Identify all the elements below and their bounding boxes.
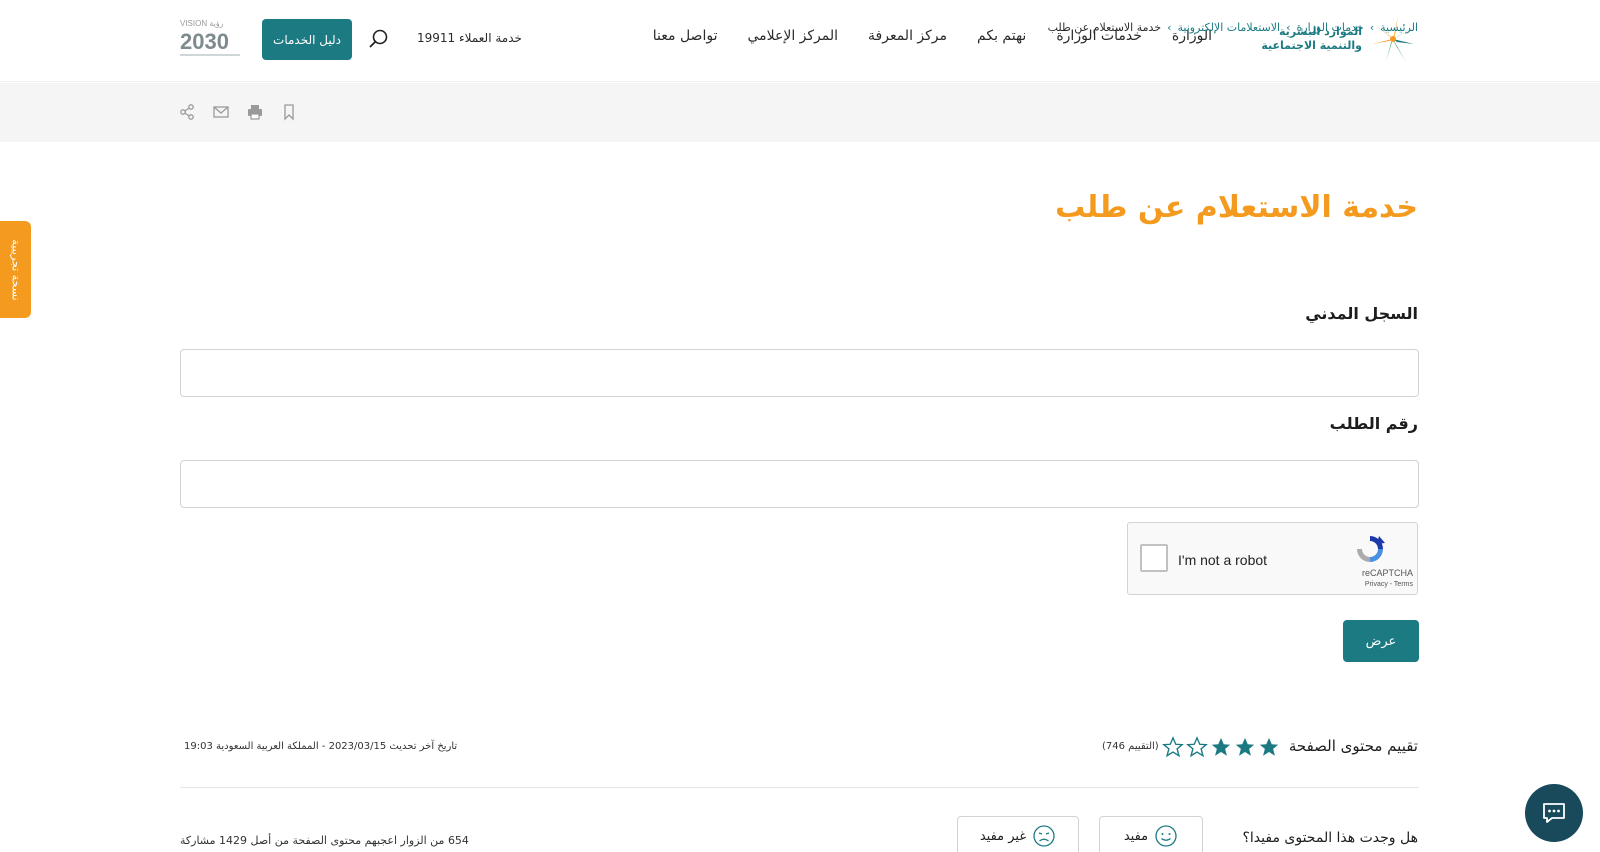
chevron-left-icon: ‹ [1167, 21, 1172, 34]
rating-label: تقييم محتوى الصفحة [1288, 737, 1418, 755]
submit-button[interactable]: عرض [1343, 620, 1419, 662]
customer-service-hotline[interactable]: خدمة العملاء 19911 [417, 31, 522, 45]
site-header: الموارد البشرية والتنمية الاجتماعية الوز… [0, 0, 1600, 82]
civil-record-input[interactable] [180, 349, 1419, 397]
breadcrumb-current: خدمة الاستعلام عن طلب [1047, 21, 1162, 34]
email-icon[interactable] [212, 103, 230, 121]
beta-version-tab[interactable]: نسخة تجريبية [0, 221, 31, 318]
logo-line2: والتنمية الاجتماعية [1261, 39, 1362, 52]
chevron-left-icon: ‹ [1286, 21, 1291, 34]
star-empty-icon[interactable] [1162, 736, 1184, 758]
smile-icon [1155, 825, 1177, 847]
civil-record-label: السجل المدني [1305, 304, 1418, 323]
services-guide-button[interactable]: دليل الخدمات [262, 19, 352, 60]
beta-version-label: نسخة تجريبية [9, 238, 22, 301]
breadcrumb-services[interactable]: خدمات الوزارة [1297, 21, 1364, 34]
share-icon[interactable] [178, 103, 196, 121]
useful-label: مفيد [1123, 828, 1149, 844]
chevron-left-icon: ‹ [1369, 21, 1375, 34]
request-number-label: رقم الطلب [1329, 414, 1418, 433]
recaptcha-brand: reCAPTCHA [1361, 568, 1413, 578]
nav-media-center[interactable]: المركز الإعلامي [747, 28, 838, 44]
useful-button[interactable]: مفيد [1099, 816, 1203, 852]
recaptcha-terms-link[interactable]: Privacy - Terms [1365, 581, 1413, 588]
rating-count: (التقييم 746) [1102, 741, 1159, 752]
search-icon[interactable] [368, 28, 390, 50]
vision-label: VISION رؤية [180, 19, 224, 28]
print-icon[interactable] [246, 103, 264, 121]
not-useful-button[interactable]: غير مفيد [957, 816, 1079, 852]
recaptcha-icon [1357, 536, 1385, 562]
recaptcha-checkbox[interactable] [1140, 544, 1168, 572]
star-filled-icon[interactable] [1258, 736, 1280, 758]
not-useful-label: غير مفيد [979, 828, 1027, 844]
bookmark-icon[interactable] [280, 103, 298, 121]
nav-contact-us[interactable]: تواصل معنا [653, 28, 718, 44]
nav-we-care[interactable]: نهتم بكم [977, 28, 1026, 44]
breadcrumb-home[interactable]: الرئيسية [1380, 21, 1418, 34]
recaptcha-label: I'm not a robot [1178, 552, 1268, 568]
recaptcha-widget: I'm not a robot reCAPTCHA Privacy - Term… [1127, 522, 1418, 595]
page-title: خدمة الاستعلام عن طلب [1055, 190, 1418, 225]
request-number-input[interactable] [180, 460, 1419, 508]
sad-icon [1033, 825, 1055, 847]
breadcrumb-e-inquiries[interactable]: الاستعلامات الإلكترونية [1178, 21, 1281, 34]
divider [180, 787, 1419, 788]
star-filled-icon[interactable] [1210, 736, 1232, 758]
vision-2030-logo: VISION رؤية 2030 [180, 19, 240, 56]
nav-knowledge-center[interactable]: مركز المعرفة [868, 28, 947, 44]
chat-icon [1543, 803, 1565, 823]
last-updated: تاريخ آخر تحديث 2023/03/15 - المملكة الع… [184, 741, 458, 752]
chat-button[interactable] [1525, 784, 1583, 842]
feedback-stats: 654 من الزوار اعجبهم محتوى الصفحة من أصل… [180, 834, 469, 847]
vision-year: 2030 [180, 29, 229, 54]
breadcrumb: الرئيسية ‹ خدمات الوزارة ‹ الاستعلامات ا… [1048, 21, 1418, 34]
rating-stars [1162, 736, 1280, 758]
page-tools [178, 103, 298, 121]
star-filled-icon[interactable] [1234, 736, 1256, 758]
feedback-question: هل وجدت هذا المحتوى مفيدا؟ [1242, 830, 1418, 846]
star-empty-icon[interactable] [1186, 736, 1208, 758]
